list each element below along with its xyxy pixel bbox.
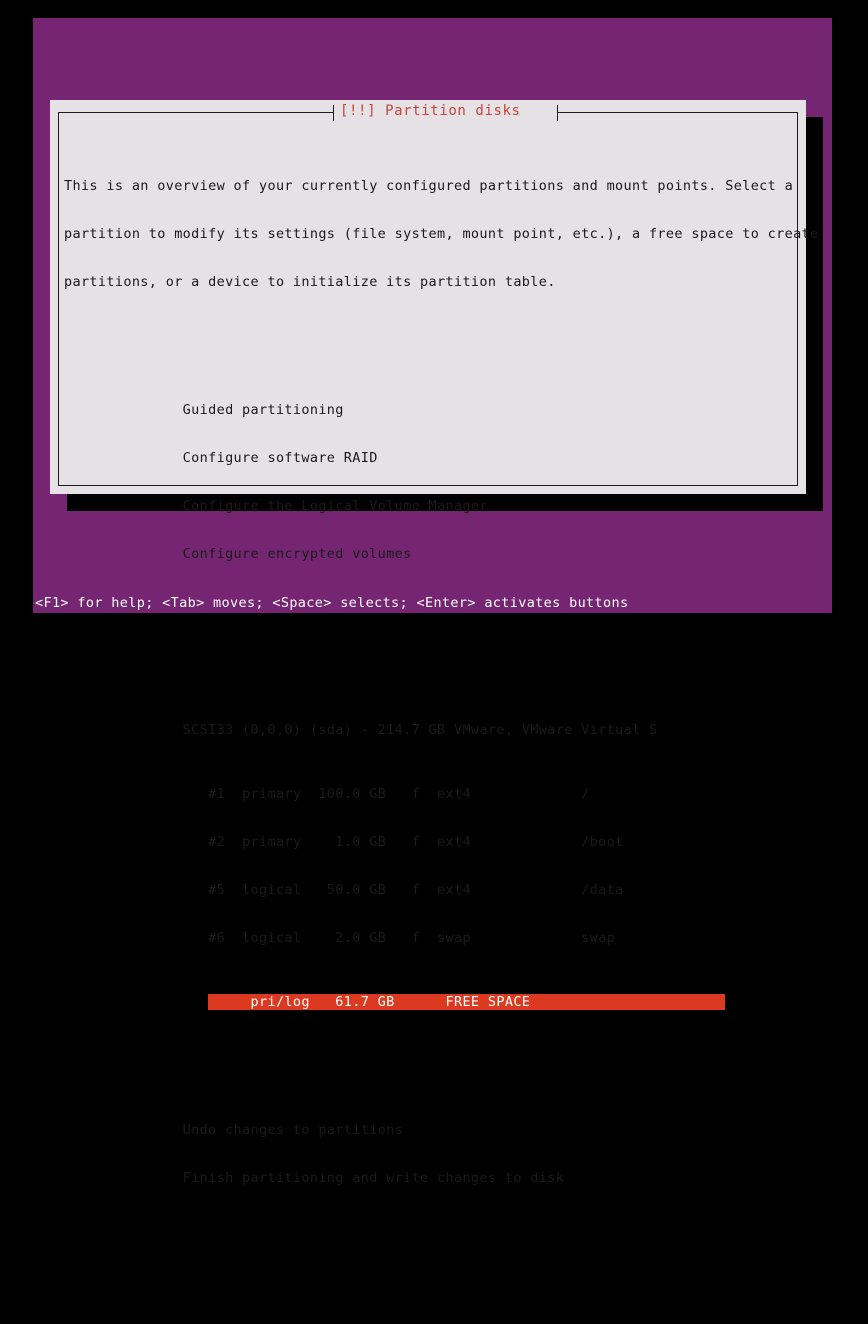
table-row[interactable]: #1 primary 100.0 GB f ext4 / — [64, 786, 790, 802]
dialog-body: This is an overview of your currently co… — [64, 130, 819, 1324]
table-row[interactable]: #6 logical 2.0 GB f swap swap — [64, 930, 790, 946]
menu-item-guided-partitioning[interactable]: Guided partitioning — [64, 402, 790, 418]
installer-screen: [!!] Partition disks This is an overview… — [0, 0, 868, 1186]
table-row[interactable]: #5 logical 50.0 GB f ext4 /data — [64, 882, 790, 898]
table-row[interactable]: #2 primary 1.0 GB f ext4 /boot — [64, 834, 790, 850]
free-space-row-wrapper: pri/log 61.7 GB FREE SPACE — [64, 994, 790, 1010]
status-help-bar: <F1> for help; <Tab> moves; <Space> sele… — [33, 594, 832, 613]
menu-item-encrypted-volumes[interactable]: Configure encrypted volumes — [64, 546, 790, 562]
title-bracket-left — [333, 105, 334, 121]
dialog-border-top-left — [58, 112, 333, 113]
dialog-title: [!!] Partition disks — [340, 103, 521, 119]
row-indent — [64, 994, 208, 1010]
intro-line-3: partitions, or a device to initialize it… — [64, 274, 556, 290]
dialog-border-left — [58, 112, 59, 486]
partition-disks-dialog: [!!] Partition disks This is an overview… — [50, 100, 818, 1186]
table-row-selected-free-space[interactable]: pri/log 61.7 GB FREE SPACE — [208, 994, 726, 1010]
intro-line-1: This is an overview of your currently co… — [64, 178, 794, 194]
menu-item-software-raid[interactable]: Configure software RAID — [64, 450, 790, 466]
menu-item-finish-partitioning[interactable]: Finish partitioning and write changes to… — [64, 1170, 790, 1186]
menu-item-undo-changes[interactable]: Undo changes to partitions — [64, 1122, 790, 1138]
dialog-border-top-right — [558, 112, 798, 113]
dialog-border-right — [797, 112, 798, 486]
disk-header-sda[interactable]: SCSI33 (0,0,0) (sda) - 214.7 GB VMware, … — [64, 722, 790, 738]
menu-item-lvm[interactable]: Configure the Logical Volume Manager — [64, 498, 790, 514]
title-bracket-right — [557, 105, 558, 121]
intro-line-2: partition to modify its settings (file s… — [64, 226, 819, 242]
